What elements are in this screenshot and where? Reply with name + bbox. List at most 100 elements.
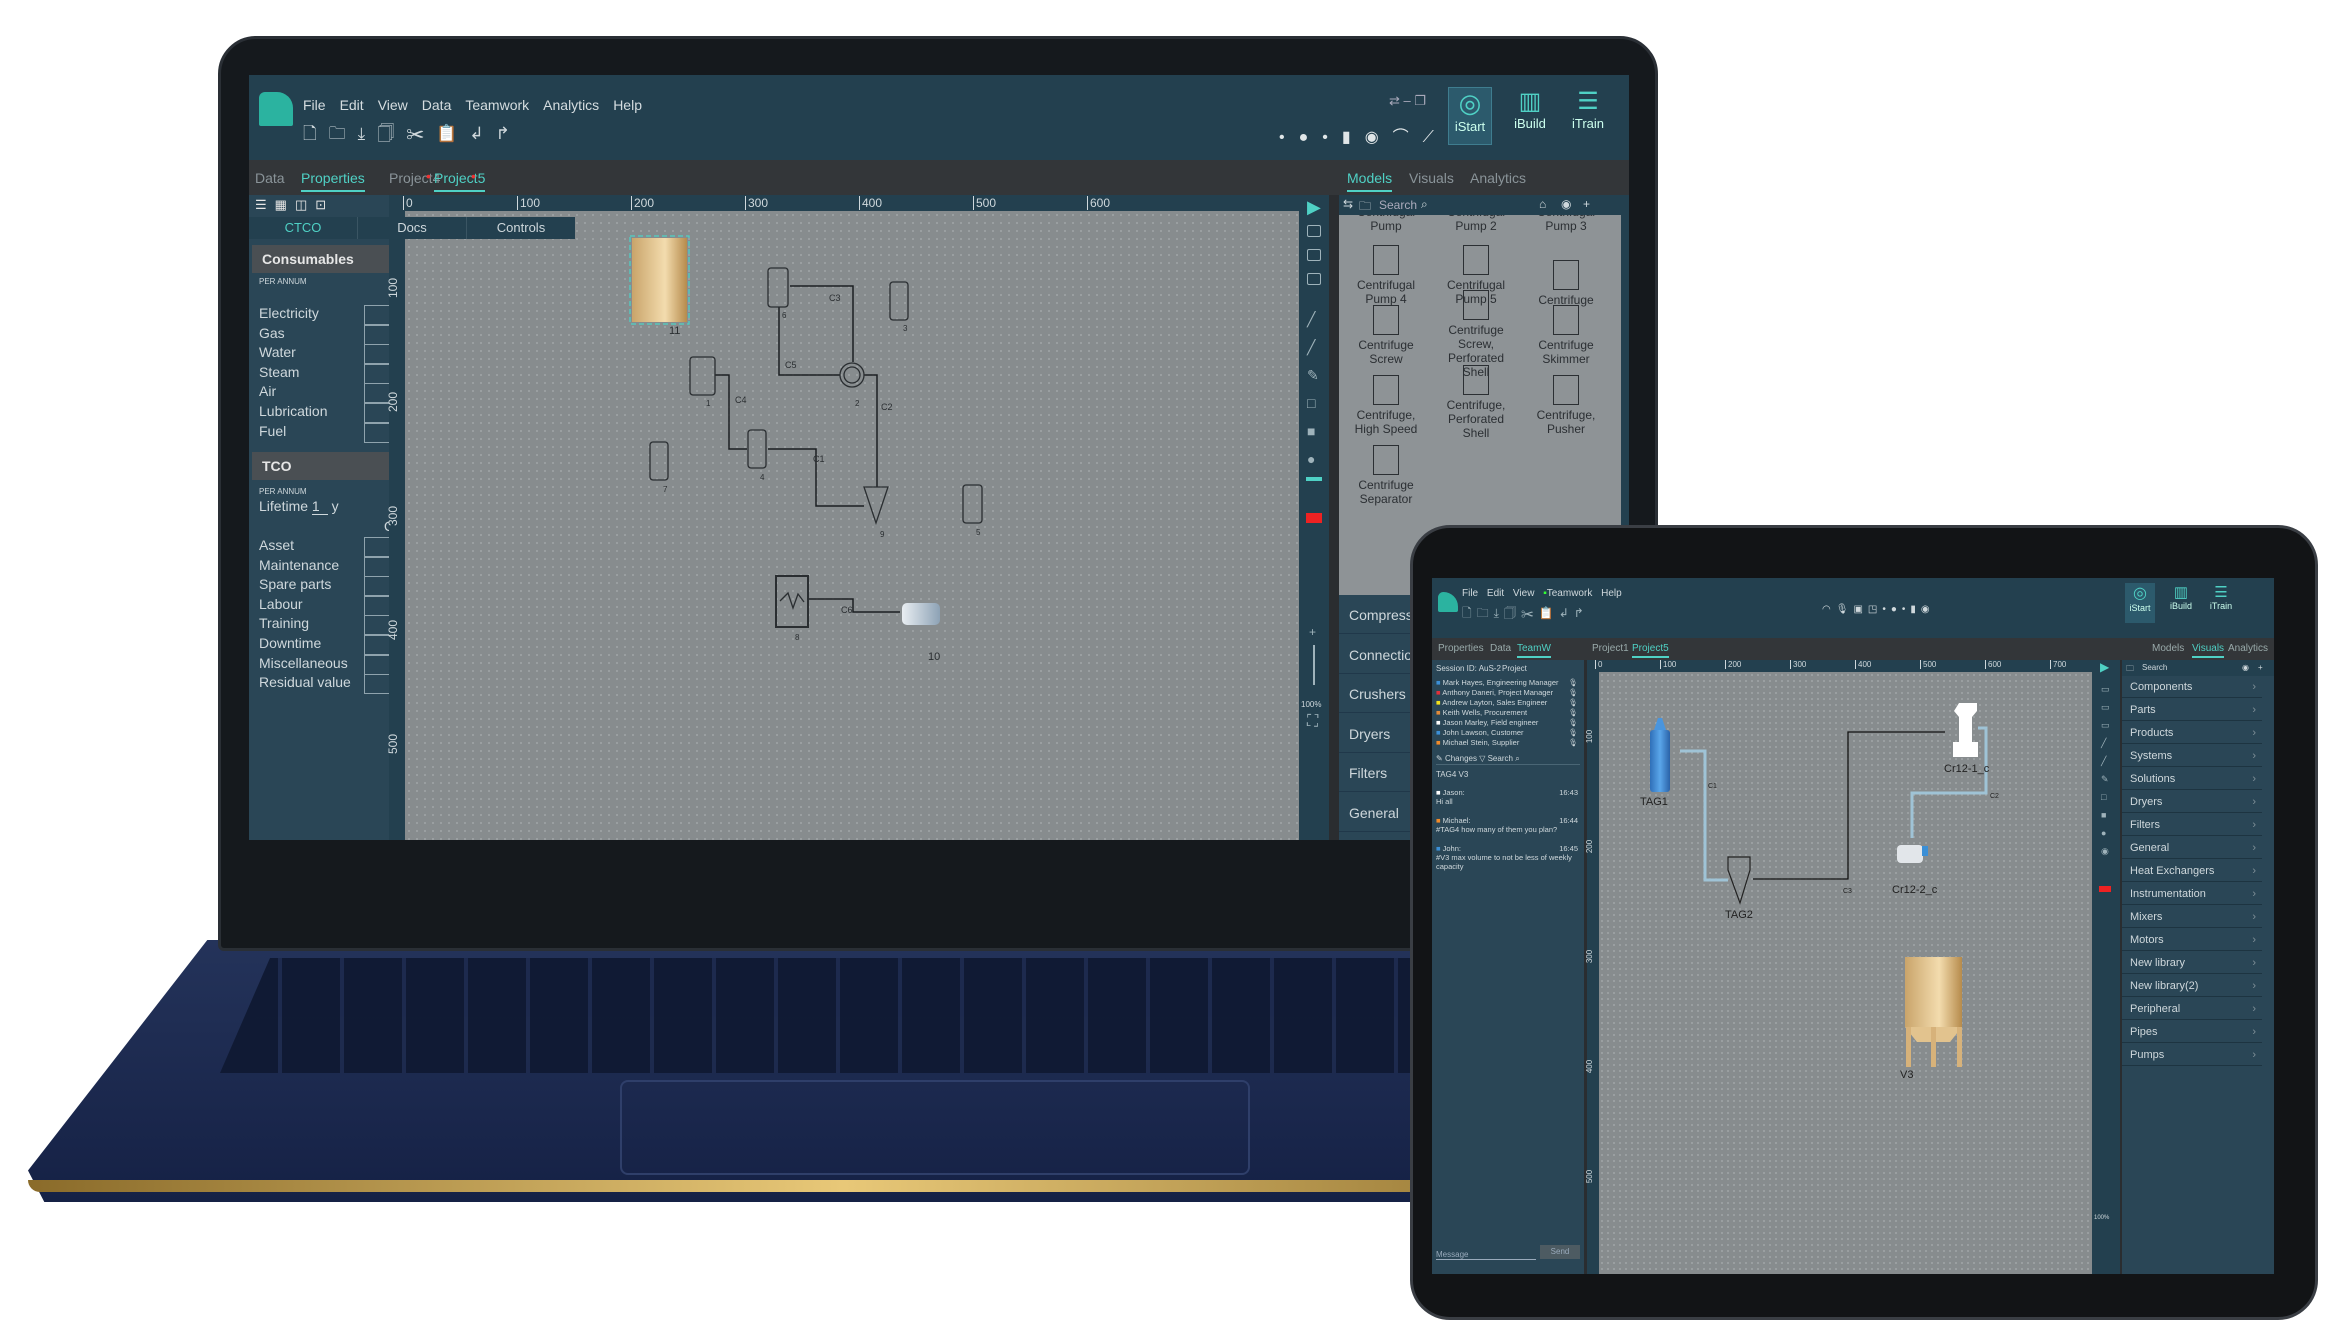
library-item[interactable]: General › bbox=[2122, 837, 2262, 859]
library-item[interactable]: Solutions › bbox=[2122, 768, 2262, 790]
model-item[interactable]: Centrifugal Pump bbox=[1345, 215, 1427, 233]
video-tool-icon[interactable]: ▭ bbox=[2101, 716, 2110, 734]
member-item[interactable]: ■ Mark Hayes, Engineering Manager 🎙 bbox=[1436, 678, 1580, 687]
image-tool-icon[interactable] bbox=[1307, 249, 1321, 261]
model-item[interactable]: Centrifuge Screw bbox=[1345, 305, 1427, 366]
text-tool-icon[interactable] bbox=[1307, 225, 1321, 237]
link-icon[interactable]: ⌒ bbox=[1393, 129, 1423, 146]
model-item[interactable]: Centrifugal Pump 2 bbox=[1435, 215, 1517, 233]
undo-icon[interactable]: ↲ bbox=[469, 124, 495, 143]
microphone-icon[interactable]: 🎙 bbox=[1568, 708, 1578, 717]
model-item[interactable]: Centrifuge Separator bbox=[1345, 445, 1427, 506]
copy-icon[interactable]: 🗍 bbox=[1504, 606, 1521, 620]
tab-models[interactable]: Models bbox=[2152, 643, 2184, 654]
image-tool-icon[interactable]: ▭ bbox=[2101, 698, 2110, 716]
timeline-icon[interactable]: •●• bbox=[1279, 129, 1342, 146]
undo-icon[interactable]: ↲ bbox=[1559, 606, 1574, 620]
model-item[interactable]: Centrifugal Pump 4 bbox=[1345, 245, 1427, 306]
filled-rectangle-icon[interactable]: ■ bbox=[1307, 417, 1319, 445]
microphone-icon[interactable]: 🎙 bbox=[1568, 698, 1578, 707]
grid-icon[interactable]: ▦ bbox=[275, 197, 295, 212]
menu-file[interactable]: File bbox=[303, 97, 326, 113]
tab-visuals[interactable]: Visuals bbox=[2192, 643, 2225, 658]
add-icon[interactable]: + bbox=[2258, 663, 2263, 672]
toggle-icon[interactable]: ⇆ bbox=[1343, 197, 1353, 211]
cut-icon[interactable]: ✂ bbox=[1521, 606, 1539, 620]
subtab-controls[interactable]: Controls bbox=[467, 217, 575, 239]
list-icon[interactable]: ☰ bbox=[255, 197, 275, 212]
tab-teamwork[interactable]: TeamW bbox=[1517, 643, 1551, 658]
tab-analytics[interactable]: Analytics bbox=[2228, 643, 2268, 654]
menu-view[interactable]: View bbox=[378, 97, 408, 113]
chart-icon[interactable]: ▮ bbox=[1910, 604, 1921, 615]
model-item[interactable]: Centrifuge, High Speed bbox=[1345, 375, 1427, 436]
tag-icon[interactable]: ⌂ bbox=[1539, 197, 1546, 211]
microphone-icon[interactable]: 🎙 bbox=[1568, 688, 1578, 697]
headset-icon[interactable]: ◠ bbox=[1822, 604, 1836, 615]
menu-data[interactable]: Data bbox=[422, 97, 452, 113]
lock-icon[interactable]: ⊡ bbox=[315, 197, 334, 212]
tab-visuals[interactable]: Visuals bbox=[1409, 170, 1454, 186]
microphone-icon[interactable]: 🎙 bbox=[1568, 718, 1578, 727]
library-item[interactable]: Pumps › bbox=[2122, 1044, 2262, 1066]
menu-analytics[interactable]: Analytics bbox=[543, 97, 599, 113]
microphone-icon[interactable]: 🎙 bbox=[1568, 728, 1578, 737]
line-icon[interactable]: ╱ bbox=[1307, 305, 1319, 333]
play-icon[interactable]: ▶ bbox=[1307, 197, 1321, 218]
circle-icon[interactable]: ● bbox=[2101, 824, 2110, 842]
download-icon[interactable]: ⤓ bbox=[1494, 606, 1504, 620]
menu-view[interactable]: View bbox=[1513, 588, 1535, 599]
menu-teamwork[interactable]: Teamwork bbox=[1547, 588, 1593, 599]
subtab-docs[interactable]: Docs bbox=[358, 217, 467, 239]
lifetime-input[interactable]: 1 bbox=[311, 498, 328, 515]
microphone-icon[interactable]: 🎙 bbox=[1568, 738, 1578, 747]
menu-edit[interactable]: Edit bbox=[340, 97, 364, 113]
add-icon[interactable]: + bbox=[1583, 197, 1590, 211]
member-item[interactable]: ■ Jason Marley, Field engineer 🎙 bbox=[1436, 718, 1580, 727]
menu-file[interactable]: File bbox=[1462, 588, 1478, 599]
microphone-icon[interactable]: 🎙 bbox=[1836, 604, 1854, 615]
model-item[interactable]: Centrifugal Pump 3 bbox=[1525, 215, 1607, 233]
pencil-icon[interactable]: ✎ bbox=[1307, 361, 1319, 389]
tab-properties[interactable]: Properties bbox=[301, 170, 365, 192]
library-item[interactable]: Mixers › bbox=[2122, 906, 2262, 928]
minimize-icon[interactable]: – bbox=[1404, 93, 1411, 108]
line-style-solid[interactable] bbox=[1306, 477, 1322, 481]
connect-icon[interactable]: ⟋ bbox=[1423, 129, 1448, 146]
model-item[interactable]: Centrifuge Skimmer bbox=[1525, 305, 1607, 366]
open-folder-icon[interactable]: 🗀 bbox=[1477, 606, 1494, 620]
copy-icon[interactable]: 🗍 bbox=[377, 124, 406, 143]
video-tool-icon[interactable] bbox=[1307, 273, 1321, 285]
library-item[interactable]: Motors › bbox=[2122, 929, 2262, 951]
ibuild-button[interactable]: ▥ iBuild bbox=[2164, 583, 2198, 623]
folder-icon[interactable]: 🗀 bbox=[2126, 663, 2134, 677]
ibuild-button[interactable]: ▥ iBuild bbox=[1507, 87, 1553, 145]
arrow-line-icon[interactable]: ╱ bbox=[2101, 752, 2110, 770]
library-search-input[interactable]: Search bbox=[2142, 663, 2167, 672]
eye-icon[interactable]: ◉ bbox=[2242, 663, 2249, 672]
istart-button[interactable]: ◎ iStart bbox=[2125, 583, 2155, 623]
search-icon[interactable]: ⌕ bbox=[1421, 197, 1428, 212]
istart-button[interactable]: ◎ iStart bbox=[1448, 87, 1492, 145]
member-item[interactable]: ■ Michael Stein, Supplier 🎙 bbox=[1436, 738, 1580, 747]
eye-icon[interactable]: ◉ bbox=[2101, 842, 2110, 860]
diagram-canvas[interactable] bbox=[405, 211, 1299, 840]
filled-rectangle-icon[interactable]: ■ bbox=[2101, 806, 2110, 824]
member-item[interactable]: ■ John Lawson, Customer 🎙 bbox=[1436, 728, 1580, 737]
library-item[interactable]: Filters › bbox=[2122, 814, 2262, 836]
color-swatch-red[interactable] bbox=[2099, 886, 2111, 892]
library-item[interactable]: Parts › bbox=[2122, 699, 2262, 721]
menu-help[interactable]: Help bbox=[1601, 588, 1622, 599]
download-icon[interactable]: ⤓ bbox=[358, 124, 378, 143]
maximize-icon[interactable]: ❐ bbox=[1414, 93, 1426, 108]
menu-help[interactable]: Help bbox=[613, 97, 642, 113]
tab-models[interactable]: Models bbox=[1347, 170, 1393, 192]
member-item[interactable]: ■ Anthony Daneri, Project Manager 🎙 bbox=[1436, 688, 1580, 697]
filter-icon[interactable]: ▽ bbox=[1479, 754, 1485, 763]
tab-analytics[interactable]: Analytics bbox=[1470, 170, 1526, 186]
info-icon[interactable]: ◫ bbox=[295, 197, 315, 212]
member-item[interactable]: ■ Keith Wells, Procurement 🎙 bbox=[1436, 708, 1580, 717]
paste-icon[interactable]: 📋 bbox=[436, 124, 469, 143]
itrain-button[interactable]: ☰ iTrain bbox=[2204, 583, 2238, 623]
microphone-icon[interactable]: 🎙 bbox=[1568, 678, 1578, 687]
